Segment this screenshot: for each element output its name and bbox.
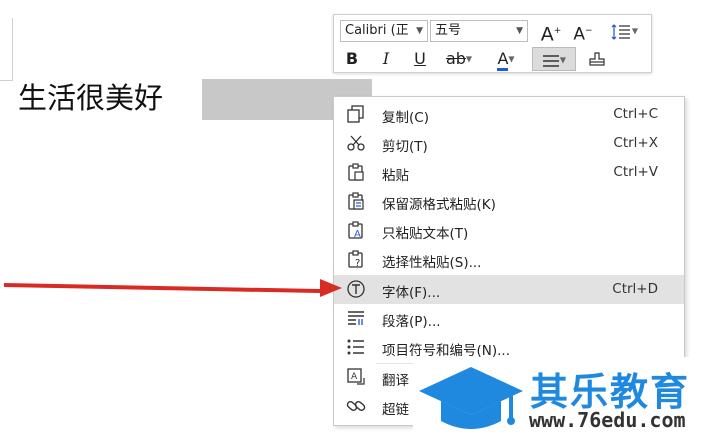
- annotation-arrow-line: [3, 283, 326, 294]
- font-name-value: Calibri (正: [345, 23, 409, 38]
- format-painter-button[interactable]: [584, 47, 610, 71]
- watermark-url: www.76edu.com: [529, 408, 686, 432]
- format-painter-icon: [589, 51, 605, 66]
- annotation-arrow-head: [320, 279, 342, 297]
- strikethrough-label: ab: [445, 49, 466, 68]
- menu-item-shortcut: Ctrl+V: [613, 164, 658, 180]
- shrink-font-button[interactable]: A−: [570, 19, 596, 45]
- hyperlink-icon: [346, 401, 366, 411]
- menu-item-cut[interactable]: 剪切(T) Ctrl+X: [334, 129, 684, 158]
- graduation-cap-icon: [419, 367, 523, 429]
- menu-item-paragraph[interactable]: 段落(P)...: [334, 304, 684, 333]
- copy-icon: [347, 105, 364, 123]
- grow-font-button[interactable]: A+: [538, 19, 564, 46]
- align-button[interactable]: ▼: [532, 47, 576, 71]
- menu-item-label: 字体(F)...: [382, 285, 441, 301]
- document-text[interactable]: 生活很美好: [18, 80, 163, 116]
- menu-item-paste[interactable]: 粘贴 Ctrl+V: [334, 158, 684, 187]
- menu-item-paste-text-only[interactable]: A 只粘贴文本(T): [334, 216, 684, 245]
- watermark: 其乐教育 www.76edu.com: [413, 357, 713, 439]
- font-size-value: 五号: [435, 23, 462, 38]
- menu-item-shortcut: Ctrl+D: [612, 281, 658, 297]
- page-corner-mark: [0, 18, 13, 81]
- chevron-down-icon: ▼: [416, 26, 423, 36]
- menu-item-shortcut: Ctrl+X: [613, 135, 658, 151]
- mini-toolbar: Calibri (正 ▼ 五号 ▼ A+ A− ▼ B I U ab▼ A▼ ▼: [333, 14, 652, 73]
- menu-item-copy[interactable]: 复制(C) Ctrl+C: [334, 100, 684, 129]
- paste-text-only-icon: A: [348, 221, 363, 240]
- svg-text:?: ?: [355, 258, 360, 269]
- scissors-icon: [347, 135, 365, 151]
- font-color-label: A: [497, 50, 509, 71]
- paste-keep-format-icon: [348, 192, 364, 210]
- align-center-icon: [542, 54, 559, 67]
- menu-item-shortcut: Ctrl+C: [613, 106, 658, 122]
- font-icon: [347, 280, 365, 298]
- menu-item-font[interactable]: 字体(F)... Ctrl+D: [334, 275, 684, 304]
- menu-item-label: 段落(P)...: [382, 314, 441, 330]
- chevron-down-icon: ▼: [508, 54, 515, 64]
- menu-item-label: 翻译: [382, 373, 409, 389]
- paste-icon: [348, 163, 364, 181]
- grow-font-label: A: [540, 23, 554, 46]
- svg-text:A: A: [351, 372, 358, 382]
- svg-text:A: A: [354, 229, 361, 240]
- menu-item-label: 保留源格式粘贴(K): [382, 197, 496, 213]
- bullets-icon: [347, 339, 364, 355]
- paragraph-icon: [348, 311, 364, 325]
- font-color-button[interactable]: A▼: [486, 47, 526, 71]
- translate-icon: A: [347, 368, 365, 385]
- line-spacing-button[interactable]: ▼: [604, 19, 644, 43]
- menu-item-paste-keep-format[interactable]: 保留源格式粘贴(K): [334, 187, 684, 216]
- shrink-font-label: A: [573, 24, 586, 45]
- paste-special-icon: ?: [348, 250, 363, 269]
- chevron-down-icon: ▼: [465, 54, 473, 64]
- menu-item-label: 选择性粘贴(S)...: [382, 255, 482, 271]
- line-spacing-icon: [611, 23, 630, 40]
- plus-icon: +: [553, 26, 562, 36]
- strikethrough-button[interactable]: ab▼: [438, 47, 480, 71]
- menu-item-label: 复制(C): [382, 110, 429, 126]
- bold-button[interactable]: B: [340, 47, 364, 71]
- menu-item-paste-special[interactable]: ? 选择性粘贴(S)...: [334, 245, 684, 274]
- underline-button[interactable]: U: [408, 47, 432, 71]
- menu-item-label: 粘贴: [382, 168, 409, 184]
- chevron-down-icon: ▼: [631, 26, 639, 36]
- menu-item-label: 项目符号和编号(N)...: [382, 343, 511, 359]
- font-name-select[interactable]: Calibri (正 ▼: [340, 20, 428, 42]
- chevron-down-icon: ▼: [516, 26, 523, 36]
- font-size-select[interactable]: 五号 ▼: [430, 20, 528, 42]
- menu-item-label: 剪切(T): [382, 139, 428, 155]
- menu-item-label: 超链: [382, 402, 409, 418]
- italic-button[interactable]: I: [374, 47, 398, 71]
- menu-item-label: 只粘贴文本(T): [382, 226, 469, 242]
- chevron-down-icon: ▼: [559, 55, 567, 65]
- minus-icon: −: [585, 26, 593, 36]
